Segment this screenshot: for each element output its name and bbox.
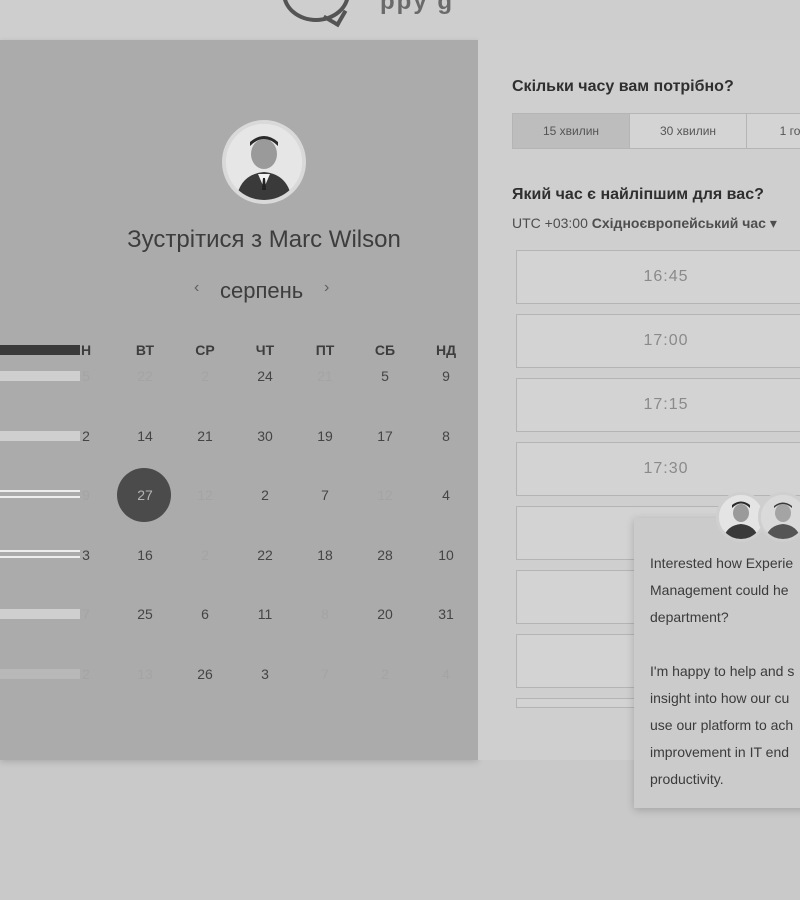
calendar-day[interactable]: 9 [416, 368, 476, 384]
duration-question: Скільки часу вам потрібно? [512, 78, 734, 95]
chevron-right-icon[interactable]: › [324, 279, 329, 297]
chat-popup[interactable]: Interested how Experie Management could … [634, 492, 800, 808]
weekday-header: НД [435, 342, 457, 358]
calendar-day[interactable]: 25 [115, 606, 175, 622]
logo-icon [282, 0, 350, 22]
chevron-down-icon: ▾ [769, 215, 777, 231]
timezone-name: Східноєвропейський час [591, 215, 766, 231]
month-navigation: ‹ серпень › [190, 276, 340, 306]
time-slot[interactable]: 17:30 [516, 442, 800, 496]
month-label: серпень [220, 278, 304, 303]
calendar-day[interactable]: 2 [56, 666, 116, 682]
calendar-day[interactable]: 7 [295, 666, 355, 682]
calendar-day[interactable]: 26 [175, 666, 235, 682]
weekday-header: Н [80, 342, 92, 358]
duration-option-15[interactable]: 15 хвилин [513, 114, 630, 148]
duration-option-30[interactable]: 30 хвилин [630, 114, 747, 148]
calendar-day[interactable]: 3 [235, 666, 295, 682]
timezone-selector[interactable]: UTC +03:00 Східноєвропейський час ▾ [512, 215, 777, 232]
weekday-header: СБ [374, 342, 396, 358]
person-photo-icon [226, 124, 302, 200]
calendar-day[interactable]: 2 [175, 547, 235, 563]
calendar-day[interactable]: 31 [416, 606, 476, 622]
calendar-day[interactable]: 2 [235, 487, 295, 503]
calendar-day[interactable]: 12 [355, 487, 415, 503]
calendar-panel: Зустрітися з Marc Wilson ‹ серпень › Н ВТ… [0, 40, 478, 760]
calendar-day[interactable]: 19 [295, 428, 355, 444]
agent-avatar [758, 492, 800, 542]
calendar-day[interactable]: 13 [115, 666, 175, 682]
calendar-day[interactable]: 22 [235, 547, 295, 563]
calendar-day-selected[interactable]: 27 [115, 487, 175, 503]
calendar-day[interactable]: 4 [416, 666, 476, 682]
chat-message: Interested how Experie Management could … [650, 555, 795, 787]
calendar-day[interactable]: 6 [175, 606, 235, 622]
calendar-day[interactable]: 8 [295, 606, 355, 622]
time-slot[interactable]: 17:00 [516, 314, 800, 368]
calendar-day[interactable]: 4 [416, 487, 476, 503]
calendar-day[interactable]: 8 [416, 428, 476, 444]
calendar-day[interactable]: 21 [175, 428, 235, 444]
calendar-day[interactable]: 30 [235, 428, 295, 444]
person-photo-icon [719, 495, 763, 539]
time-question: Який час є найліпшим для вас? [512, 186, 764, 203]
calendar-day[interactable]: 10 [416, 547, 476, 563]
timezone-offset: UTC +03:00 [512, 215, 588, 231]
calendar-day[interactable]: 16 [115, 547, 175, 563]
person-photo-icon [761, 495, 800, 539]
calendar-day[interactable]: 24 [235, 368, 295, 384]
calendar-day[interactable]: 2 [56, 428, 116, 444]
calendar-day[interactable]: 5 [56, 368, 116, 384]
chevron-left-icon[interactable]: ‹ [194, 279, 199, 297]
time-slot[interactable]: 16:45 [516, 250, 800, 304]
logo-text: ppy g [380, 0, 454, 15]
calendar-day[interactable]: 14 [115, 428, 175, 444]
calendar-day[interactable]: 5 [355, 368, 415, 384]
calendar-day[interactable]: 2 [355, 666, 415, 682]
calendar-day[interactable]: 20 [355, 606, 415, 622]
top-bar: ppy g [0, 0, 800, 40]
calendar-day[interactable]: 22 [115, 368, 175, 384]
weekday-header: СР [195, 342, 215, 358]
calendar-day[interactable]: 3 [56, 547, 116, 563]
calendar-day[interactable]: 7 [56, 606, 116, 622]
calendar-day[interactable]: 21 [295, 368, 355, 384]
calendar-day[interactable]: 11 [235, 606, 295, 622]
weekday-header: ПТ [315, 342, 335, 358]
host-avatar [222, 120, 306, 204]
calendar-day[interactable]: 18 [295, 547, 355, 563]
calendar-day[interactable]: 2 [175, 368, 235, 384]
duration-selector: 15 хвилин 30 хвилин 1 го [512, 113, 800, 149]
calendar-day[interactable]: 17 [355, 428, 415, 444]
calendar-day[interactable]: 9 [56, 487, 116, 503]
meeting-title: Зустрітися з Marc Wilson [127, 226, 401, 253]
time-slot[interactable]: 17:15 [516, 378, 800, 432]
weekday-header: ЧТ [255, 342, 275, 358]
duration-option-60[interactable]: 1 го [747, 114, 800, 148]
calendar-day[interactable]: 7 [295, 487, 355, 503]
calendar-day[interactable]: 28 [355, 547, 415, 563]
calendar-day[interactable]: 12 [175, 487, 235, 503]
weekday-header: ВТ [135, 342, 155, 358]
